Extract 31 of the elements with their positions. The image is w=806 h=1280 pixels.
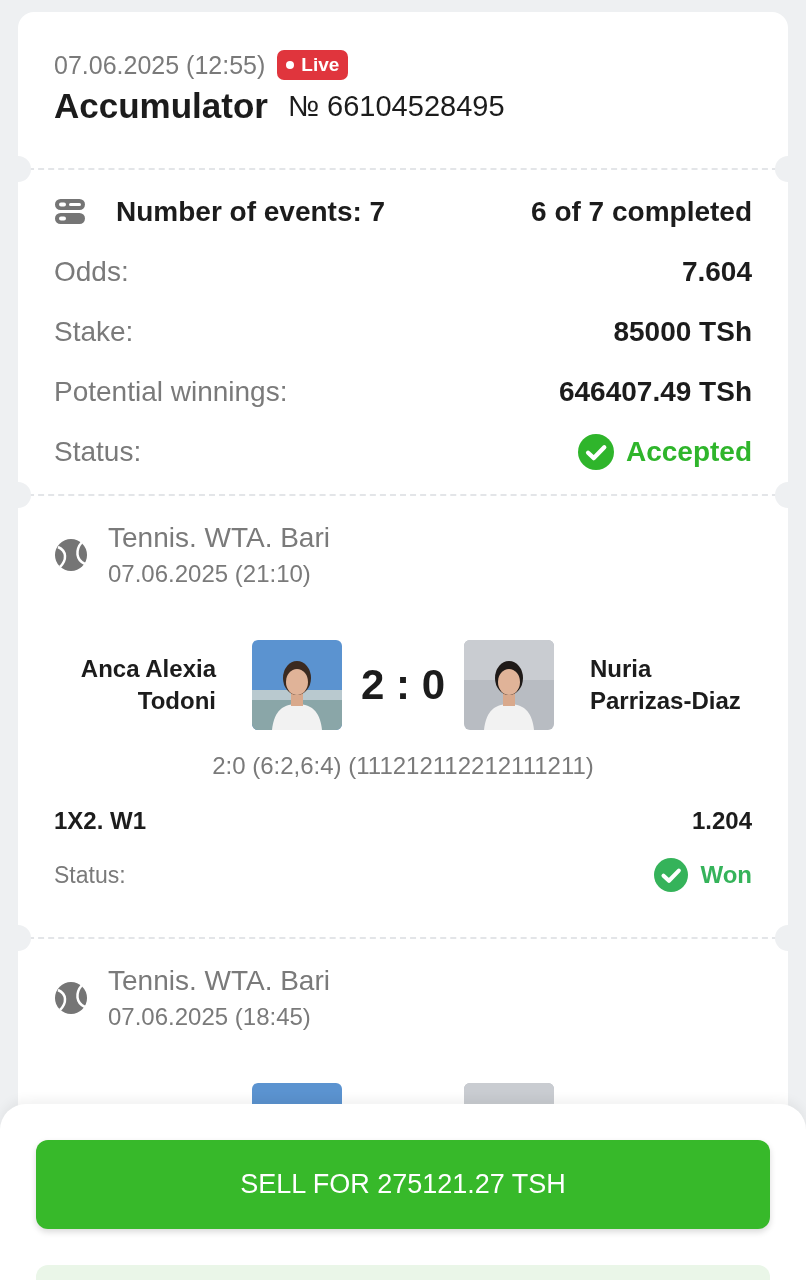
- row-value: 85000 TSh: [613, 316, 752, 348]
- row-label: Odds:: [54, 256, 129, 288]
- row-label: Stake:: [54, 316, 134, 348]
- league-name: Tennis. WTA. Bari: [108, 965, 330, 997]
- events-count: Number of events: 7: [116, 196, 386, 228]
- event-date: 07.06.2025 (18:45): [108, 1003, 312, 1031]
- bet-number: № 66104528495: [287, 89, 505, 123]
- set-scores: 2:0 (6:2,6:4) (111212112212111211): [211, 752, 595, 780]
- row-value: 7.604: [681, 256, 752, 288]
- score: 2 : 0: [359, 661, 446, 709]
- row-label: Potential winnings:: [54, 376, 288, 408]
- player-name: Anca Alexia Todoni: [79, 654, 216, 716]
- status-label: Status:: [54, 861, 126, 889]
- status-label: Status:: [54, 436, 142, 468]
- market-name: 1X2. W1: [54, 807, 147, 835]
- league-name: Tennis. WTA. Bari: [108, 522, 330, 554]
- event-odds: 1.204: [691, 807, 752, 835]
- list-icon: [54, 198, 86, 226]
- tennis-ball-icon: [54, 981, 88, 1015]
- dot-icon: [286, 61, 295, 69]
- bet-title: Accumulator: [54, 86, 268, 126]
- tennis-ball-icon: [54, 538, 88, 572]
- player-name: Nuria Parrizas-Diaz: [590, 654, 742, 716]
- bet-date: 07.06.2025 (12:55): [54, 50, 266, 80]
- row-value: 646407.49 TSh: [558, 376, 752, 408]
- sell-button[interactable]: SELL FOR 275121.27 TSH: [36, 1140, 770, 1229]
- completed-count: 6 of 7 completed: [531, 196, 752, 228]
- status-value: Accepted: [625, 436, 752, 468]
- live-label: Live: [301, 54, 340, 76]
- status-value: Won: [700, 861, 752, 889]
- event-date: 07.06.2025 (21:10): [108, 560, 312, 588]
